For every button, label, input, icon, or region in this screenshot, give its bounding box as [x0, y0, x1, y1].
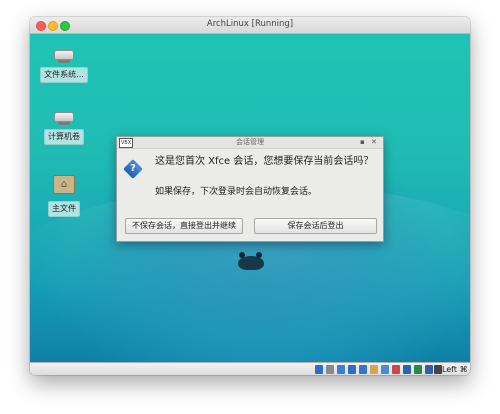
drive-icon: [54, 112, 74, 125]
drive-icon: [54, 50, 74, 63]
home-folder-icon: ⌂: [53, 175, 75, 194]
dialog-message-secondary: 如果保存，下次登录时会自动恢复会话。: [155, 187, 318, 197]
vm-status-bar: Left ⌘: [30, 362, 470, 375]
desktop-icon-label: 主文件: [48, 201, 80, 217]
shared-folder-icon[interactable]: [370, 365, 378, 374]
display-icon[interactable]: [381, 365, 389, 374]
host-key-arrow-icon: [434, 365, 442, 374]
desktop-icon-volume[interactable]: 计算机卷: [30, 112, 99, 145]
hard-disk-icon[interactable]: [315, 365, 323, 374]
question-icon: ?: [123, 159, 143, 179]
network-icon[interactable]: [348, 365, 356, 374]
desktop-icon-home[interactable]: ⌂ 主文件: [30, 175, 99, 217]
dialog-close-icon[interactable]: ✕: [371, 137, 377, 148]
recording-icon[interactable]: [392, 365, 400, 374]
desktop-icon-label: 计算机卷: [44, 129, 84, 145]
optical-drive-icon[interactable]: [326, 365, 334, 374]
cpu-icon[interactable]: [403, 365, 411, 374]
xfce-mouse-logo: [238, 256, 264, 270]
question-glyph: ?: [130, 163, 136, 174]
dialog-minimize-icon[interactable]: ▪: [360, 137, 365, 148]
logout-without-save-button[interactable]: 不保存会话，直接登出并继续: [125, 218, 243, 234]
host-key-label: Left ⌘: [442, 365, 468, 374]
window-titlebar[interactable]: ArchLinux [Running]: [30, 17, 470, 34]
audio-icon[interactable]: [337, 365, 345, 374]
session-dialog: VBX 会话管理 ▪ ✕ ? 这是您首次 Xfce 会话，您想要保存当前会话吗？…: [116, 136, 384, 242]
dialog-title: 会话管理: [236, 138, 264, 146]
save-and-logout-button[interactable]: 保存会话后登出: [254, 218, 377, 234]
dialog-titlebar[interactable]: VBX 会话管理 ▪ ✕: [117, 137, 383, 149]
mouse-integration-icon[interactable]: [425, 365, 433, 374]
desktop-icon-filesystem[interactable]: 文件系统...: [30, 50, 99, 83]
window-title: ArchLinux [Running]: [206, 19, 294, 29]
desktop-icon-label: 文件系统...: [40, 67, 88, 83]
virtualization-icon[interactable]: [414, 365, 422, 374]
usb-icon[interactable]: [359, 365, 367, 374]
dialog-message-primary: 这是您首次 Xfce 会话，您想要保存当前会话吗？: [155, 156, 374, 167]
